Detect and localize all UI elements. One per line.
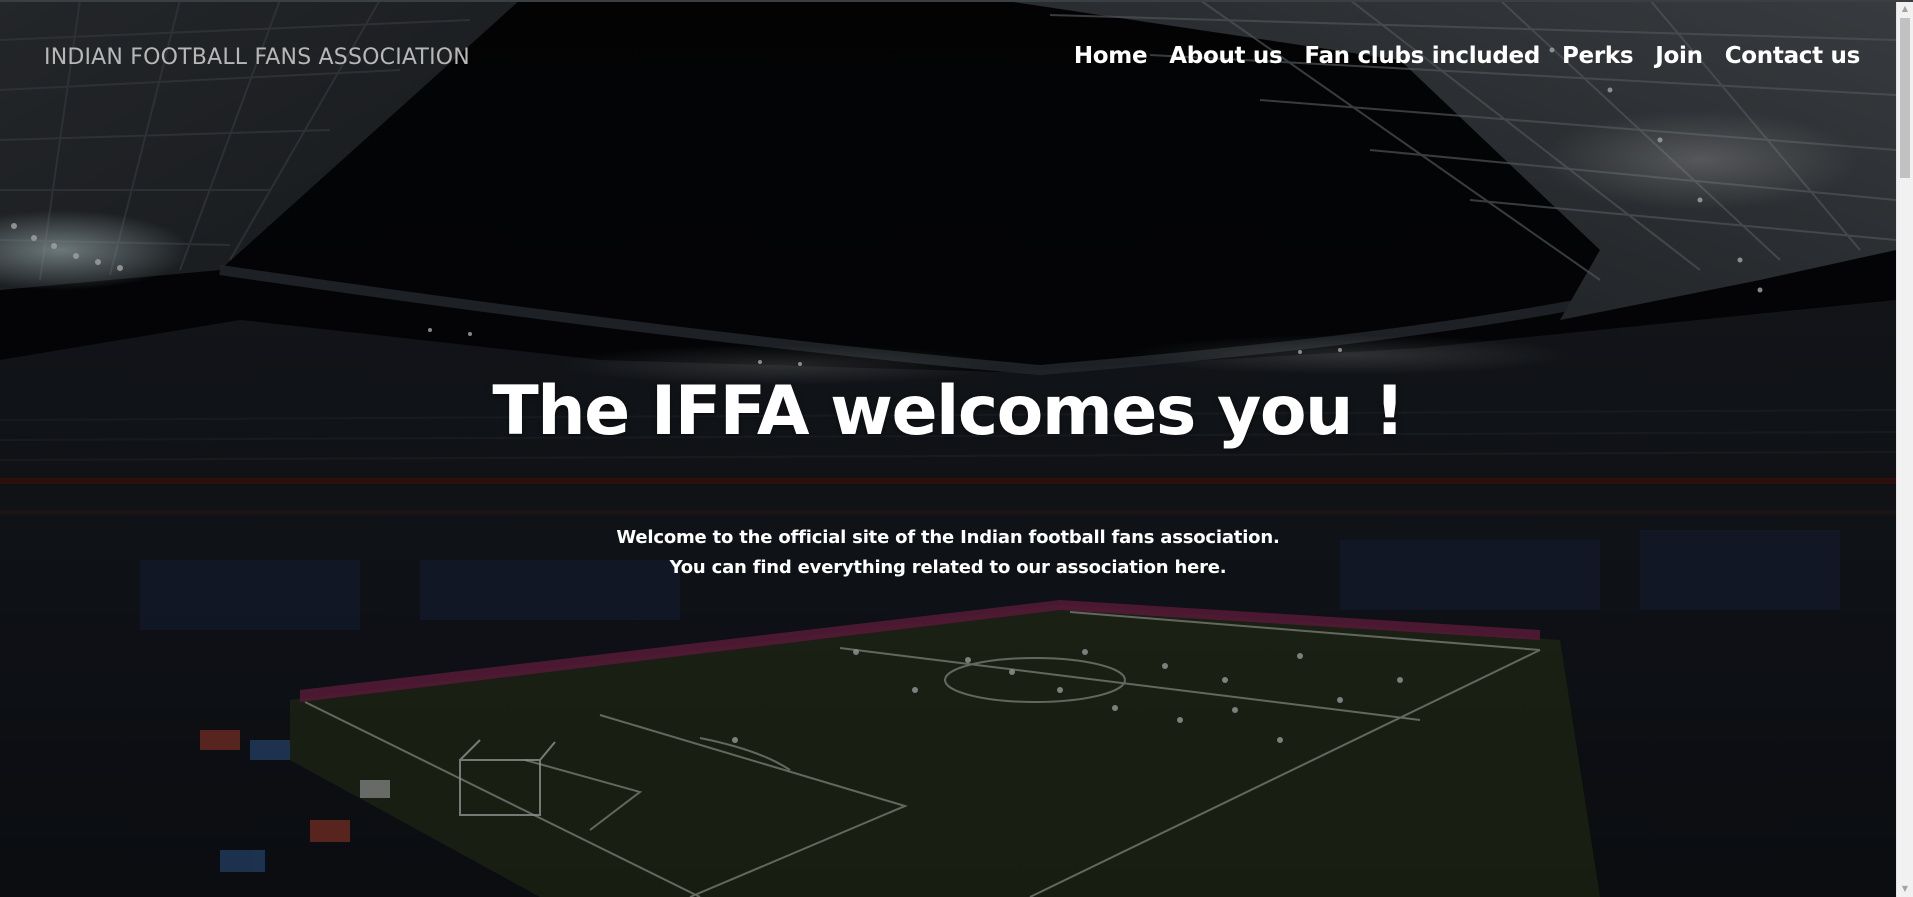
nav-links: Home About us Fan clubs included Perks J… bbox=[1063, 43, 1860, 69]
window-top-border bbox=[0, 0, 1913, 2]
hero-subtitle: Welcome to the official site of the Indi… bbox=[0, 523, 1896, 583]
hero-subtitle-line-1: Welcome to the official site of the Indi… bbox=[616, 527, 1280, 548]
scroll-up-arrow-icon[interactable]: ▲ bbox=[1897, 0, 1913, 17]
nav-link-about-us[interactable]: About us bbox=[1158, 43, 1293, 69]
brand-logo-text[interactable]: INDIAN FOOTBALL FANS ASSOCIATION bbox=[44, 45, 470, 70]
nav-link-fan-clubs[interactable]: Fan clubs included bbox=[1293, 43, 1551, 69]
navbar: INDIAN FOOTBALL FANS ASSOCIATION Home Ab… bbox=[0, 0, 1896, 120]
page: INDIAN FOOTBALL FANS ASSOCIATION Home Ab… bbox=[0, 0, 1913, 897]
nav-link-perks[interactable]: Perks bbox=[1551, 43, 1644, 69]
nav-link-home[interactable]: Home bbox=[1063, 43, 1158, 69]
hero-title: The IFFA welcomes you ! bbox=[492, 372, 1405, 451]
scrollbar-thumb[interactable] bbox=[1900, 18, 1910, 178]
page-scrollbar[interactable]: ▲ ▼ bbox=[1896, 0, 1913, 897]
nav-link-join[interactable]: Join bbox=[1644, 43, 1713, 69]
nav-link-contact-us[interactable]: Contact us bbox=[1714, 43, 1861, 69]
scroll-down-arrow-icon[interactable]: ▼ bbox=[1897, 880, 1913, 897]
hero-subtitle-line-2: You can find everything related to our a… bbox=[669, 557, 1227, 578]
